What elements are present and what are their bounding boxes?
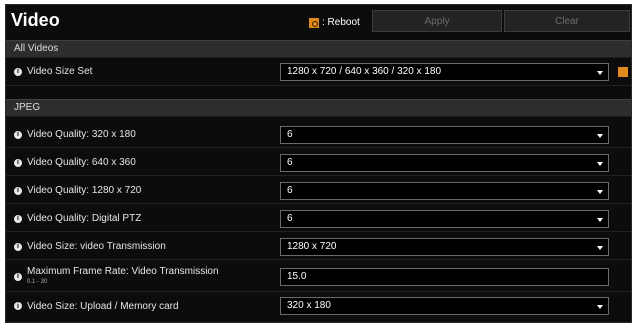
- chevron-down-icon: [597, 246, 603, 250]
- chevron-down-icon: [597, 305, 603, 309]
- section-all-videos: All Videos: [6, 40, 631, 58]
- reboot-icon: [309, 17, 319, 28]
- chevron-down-icon: [597, 162, 603, 166]
- reboot-label: : Reboot: [322, 17, 360, 28]
- video-size-transmission-label: Video Size: video Transmission: [27, 241, 166, 252]
- upload-size-select[interactable]: 320 x 180: [280, 297, 609, 315]
- info-icon: i: [14, 67, 22, 76]
- row-upload-size: i Video Size: Upload / Memory card 320 x …: [6, 292, 631, 320]
- section-jpeg: JPEG: [6, 99, 631, 117]
- row-video-size-set: i Video Size Set 1280 x 720 / 640 x 360 …: [6, 58, 631, 86]
- info-icon: i: [14, 214, 22, 223]
- quality-640-label: Video Quality: 640 x 360: [27, 157, 136, 168]
- info-icon: i: [14, 130, 22, 139]
- apply-button[interactable]: Apply: [372, 10, 502, 32]
- header: Video : Reboot Apply Clear: [6, 5, 631, 39]
- chevron-down-icon: [597, 190, 603, 194]
- quality-1280-label: Video Quality: 1280 x 720: [27, 185, 142, 196]
- row-quality-digital-ptz: i Video Quality: Digital PTZ 6: [6, 206, 631, 232]
- video-size-set-label: i Video Size Set: [14, 58, 92, 85]
- chevron-down-icon: [597, 134, 603, 138]
- reboot-legend: : Reboot: [309, 17, 360, 28]
- video-settings-panel: Video : Reboot Apply Clear All Videos i …: [5, 4, 632, 323]
- video-size-set-select[interactable]: 1280 x 720 / 640 x 360 / 320 x 180: [280, 63, 609, 81]
- reboot-icon: [618, 67, 628, 77]
- video-size-transmission-select[interactable]: 1280 x 720: [280, 238, 609, 256]
- max-frame-rate-input[interactable]: 15.0: [280, 268, 609, 286]
- row-quality-1280: i Video Quality: 1280 x 720 6: [6, 178, 631, 204]
- info-icon: i: [14, 242, 22, 251]
- max-frame-rate-label: Maximum Frame Rate: Video Transmission: [27, 265, 219, 277]
- info-icon: i: [14, 272, 22, 281]
- quality-1280-select[interactable]: 6: [280, 182, 609, 200]
- quality-digital-ptz-label: Video Quality: Digital PTZ: [27, 213, 142, 224]
- info-icon: i: [14, 158, 22, 167]
- row-quality-320: i Video Quality: 320 x 180 6: [6, 122, 631, 148]
- quality-digital-ptz-select[interactable]: 6: [280, 210, 609, 228]
- upload-size-label: Video Size: Upload / Memory card: [27, 300, 179, 312]
- row-quality-640: i Video Quality: 640 x 360 6: [6, 150, 631, 176]
- quality-640-select[interactable]: 6: [280, 154, 609, 172]
- info-icon: i: [14, 302, 22, 310]
- max-frame-rate-range: 0.1 - 30: [27, 278, 48, 285]
- page-title: Video: [11, 10, 60, 30]
- quality-320-select[interactable]: 6: [280, 126, 609, 144]
- info-icon: i: [14, 186, 22, 195]
- chevron-down-icon: [597, 71, 603, 75]
- row-video-size-transmission: i Video Size: video Transmission 1280 x 7…: [6, 234, 631, 260]
- row-max-frame-rate: i Maximum Frame Rate: Video Transmission…: [6, 262, 631, 292]
- chevron-down-icon: [597, 218, 603, 222]
- quality-320-label: Video Quality: 320 x 180: [27, 129, 136, 140]
- clear-button[interactable]: Clear: [504, 10, 630, 32]
